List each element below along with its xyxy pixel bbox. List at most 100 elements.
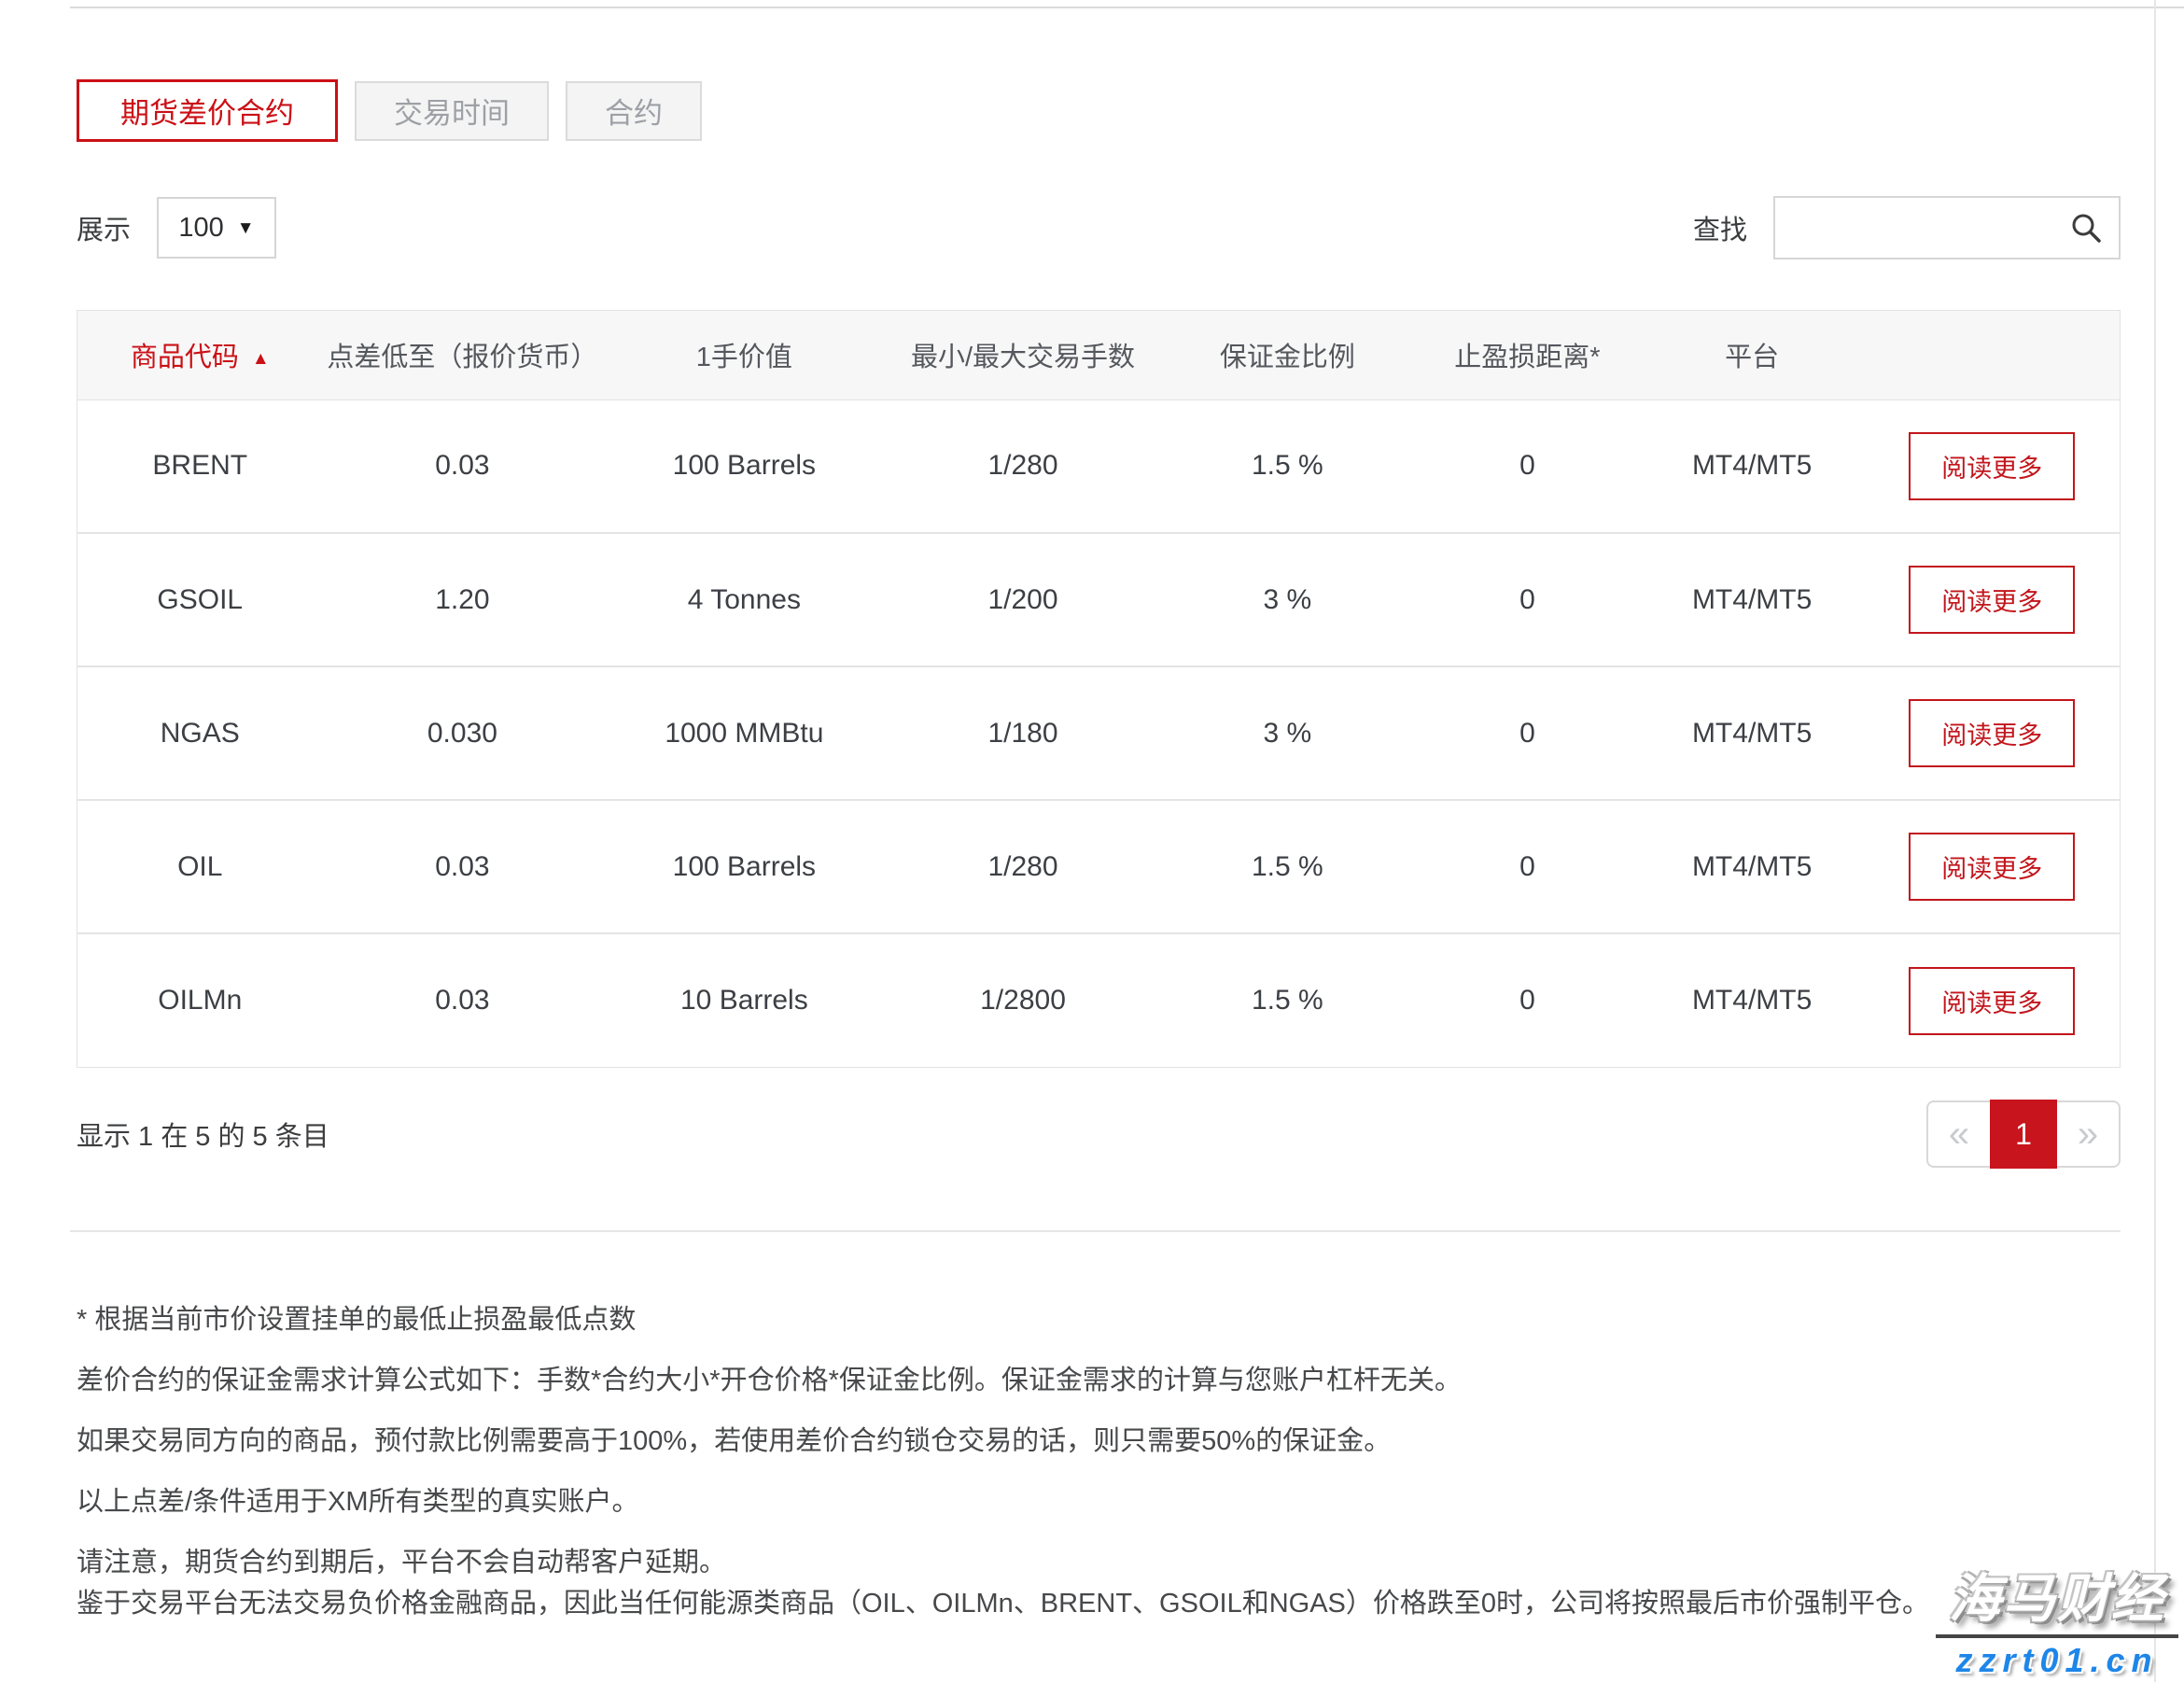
cell-min-max: 1/200 — [886, 533, 1159, 666]
cell-stop-distance: 0 — [1415, 800, 1640, 933]
cell-min-max: 1/180 — [886, 666, 1159, 800]
footnote: 请注意，期货合约到期后，平台不会自动帮客户延期。鉴于交易平台无法交易负价格金融商… — [77, 1542, 2121, 1624]
cell-symbol: BRENT — [77, 399, 323, 533]
cell-platform: MT4/MT5 — [1640, 666, 1865, 800]
table-row: BRENT 0.03 100 Barrels 1/280 1.5 % 0 MT4… — [77, 399, 2120, 533]
tab-futures-cfd[interactable]: 期货差价合约 — [77, 79, 338, 142]
read-more-button[interactable]: 阅读更多 — [1909, 432, 2075, 500]
column-header-platform[interactable]: 平台 — [1640, 311, 1865, 399]
watermark-underline — [1936, 1634, 2178, 1638]
column-header-margin[interactable]: 保证金比例 — [1160, 311, 1416, 399]
cell-symbol: OILMn — [77, 933, 323, 1067]
cell-margin: 3 % — [1160, 666, 1416, 800]
chevron-down-icon: ▼ — [237, 219, 255, 237]
cell-spread: 0.03 — [323, 800, 603, 933]
cell-margin: 1.5 % — [1160, 800, 1416, 933]
show-label: 展示 — [77, 208, 131, 247]
cell-platform: MT4/MT5 — [1640, 399, 1865, 533]
angle-double-left-icon: « — [1949, 1114, 1969, 1155]
search-input[interactable] — [1775, 198, 2119, 258]
pagination-page-1-button[interactable]: 1 — [1990, 1100, 2057, 1169]
right-page-border — [2154, 0, 2156, 1682]
footnote: 差价合约的保证金需求计算公式如下：手数*合约大小*开仓价格*保证金比例。保证金需… — [77, 1360, 2121, 1401]
cell-stop-distance: 0 — [1415, 666, 1640, 800]
footnote: 以上点差/条件适用于XM所有类型的真实账户。 — [77, 1481, 2121, 1522]
cell-platform: MT4/MT5 — [1640, 800, 1865, 933]
search-group: 查找 — [1693, 196, 2121, 259]
cell-symbol: NGAS — [77, 666, 323, 800]
cell-symbol: GSOIL — [77, 533, 323, 666]
footnote-line: 鉴于交易平台无法交易负价格金融商品，因此当任何能源类商品（OIL、OILMn、B… — [77, 1589, 1929, 1619]
cell-lot-value: 1000 MMBtu — [602, 666, 886, 800]
search-label: 查找 — [1693, 208, 1747, 247]
cell-lot-value: 10 Barrels — [602, 933, 886, 1067]
entries-summary: 显示 1 在 5 的 5 条目 — [77, 1114, 329, 1154]
cell-min-max: 1/280 — [886, 800, 1159, 933]
tab-bar: 期货差价合约 交易时间 合约 — [77, 79, 2121, 142]
page-size-select[interactable]: 100 ▼ — [157, 197, 276, 259]
cell-action: 阅读更多 — [1864, 666, 2120, 800]
footnotes: * 根据当前市价设置挂单的最低止损盈最低点数 差价合约的保证金需求计算公式如下：… — [77, 1299, 2121, 1624]
read-more-button[interactable]: 阅读更多 — [1909, 566, 2075, 634]
cell-min-max: 1/280 — [886, 399, 1159, 533]
page-size-group: 展示 100 ▼ — [77, 197, 276, 259]
cell-stop-distance: 0 — [1415, 399, 1640, 533]
tab-trading-hours[interactable]: 交易时间 — [355, 81, 549, 141]
pagination-next-button[interactable]: » — [2057, 1100, 2121, 1168]
cell-lot-value: 100 Barrels — [602, 399, 886, 533]
table-footer: 显示 1 在 5 的 5 条目 « 1 » — [77, 1100, 2121, 1169]
cell-margin: 1.5 % — [1160, 399, 1416, 533]
footnote: 如果交易同方向的商品，预付款比例需要高于100%，若使用差价合约锁仓交易的话，则… — [77, 1421, 2121, 1462]
column-header-symbol[interactable]: 商品代码 ▲ — [77, 311, 323, 399]
footnote: * 根据当前市价设置挂单的最低止损盈最低点数 — [77, 1299, 2121, 1340]
cell-spread: 0.03 — [323, 933, 603, 1067]
table-controls: 展示 100 ▼ 查找 — [77, 196, 2121, 259]
column-header-spread[interactable]: 点差低至（报价货币） — [323, 311, 603, 399]
cell-action: 阅读更多 — [1864, 533, 2120, 666]
main-content: 期货差价合约 交易时间 合约 展示 100 ▼ 查找 — [77, 0, 2121, 1644]
cell-stop-distance: 0 — [1415, 533, 1640, 666]
page-size-value: 100 — [178, 213, 223, 244]
cell-platform: MT4/MT5 — [1640, 933, 1865, 1067]
table-row: NGAS 0.030 1000 MMBtu 1/180 3 % 0 MT4/MT… — [77, 666, 2120, 800]
table-row: OILMn 0.03 10 Barrels 1/2800 1.5 % 0 MT4… — [77, 933, 2120, 1067]
footnote-line: 请注意，期货合约到期后，平台不会自动帮客户延期。 — [77, 1548, 726, 1577]
cell-lot-value: 100 Barrels — [602, 800, 886, 933]
column-header-stop-distance[interactable]: 止盈损距离* — [1415, 311, 1640, 399]
cell-margin: 1.5 % — [1160, 933, 1416, 1067]
instruments-table: 商品代码 ▲ 点差低至（报价货币） 1手价值 最小/最大交易手数 保证金比例 止盈… — [77, 310, 2121, 1068]
cell-platform: MT4/MT5 — [1640, 533, 1865, 666]
table-header-row: 商品代码 ▲ 点差低至（报价货币） 1手价值 最小/最大交易手数 保证金比例 止盈… — [77, 311, 2120, 399]
read-more-button[interactable]: 阅读更多 — [1909, 699, 2075, 767]
watermark-logo-text: 海马财经 — [1936, 1557, 2178, 1633]
column-header-action — [1864, 311, 2120, 399]
cell-spread: 0.030 — [323, 666, 603, 800]
search-icon — [2068, 210, 2104, 245]
cell-stop-distance: 0 — [1415, 933, 1640, 1067]
column-header-min-max-lots[interactable]: 最小/最大交易手数 — [886, 311, 1159, 399]
search-box — [1773, 196, 2121, 259]
cell-action: 阅读更多 — [1864, 800, 2120, 933]
cell-min-max: 1/2800 — [886, 933, 1159, 1067]
pagination-prev-button[interactable]: « — [1926, 1100, 1990, 1168]
cell-action: 阅读更多 — [1864, 399, 2120, 533]
watermark-domain-text: zzrt01.cn — [1936, 1641, 2178, 1680]
sort-ascending-icon: ▲ — [252, 349, 270, 369]
angle-double-right-icon: » — [2078, 1114, 2098, 1155]
page: 期货差价合约 交易时间 合约 展示 100 ▼ 查找 — [0, 0, 2184, 1682]
read-more-button[interactable]: 阅读更多 — [1909, 833, 2075, 901]
cell-action: 阅读更多 — [1864, 933, 2120, 1067]
column-header-lot-value[interactable]: 1手价值 — [602, 311, 886, 399]
cell-spread: 1.20 — [323, 533, 603, 666]
tab-contract[interactable]: 合约 — [566, 81, 702, 141]
pagination: « 1 » — [1926, 1100, 2121, 1169]
site-watermark: 海马财经 zzrt01.cn — [1936, 1557, 2178, 1680]
table-row: OIL 0.03 100 Barrels 1/280 1.5 % 0 MT4/M… — [77, 800, 2120, 933]
section-divider — [70, 1230, 2121, 1232]
column-header-label: 商品代码 — [131, 343, 239, 372]
cell-symbol: OIL — [77, 800, 323, 933]
cell-lot-value: 4 Tonnes — [602, 533, 886, 666]
cell-spread: 0.03 — [323, 399, 603, 533]
cell-margin: 3 % — [1160, 533, 1416, 666]
read-more-button[interactable]: 阅读更多 — [1909, 967, 2075, 1035]
